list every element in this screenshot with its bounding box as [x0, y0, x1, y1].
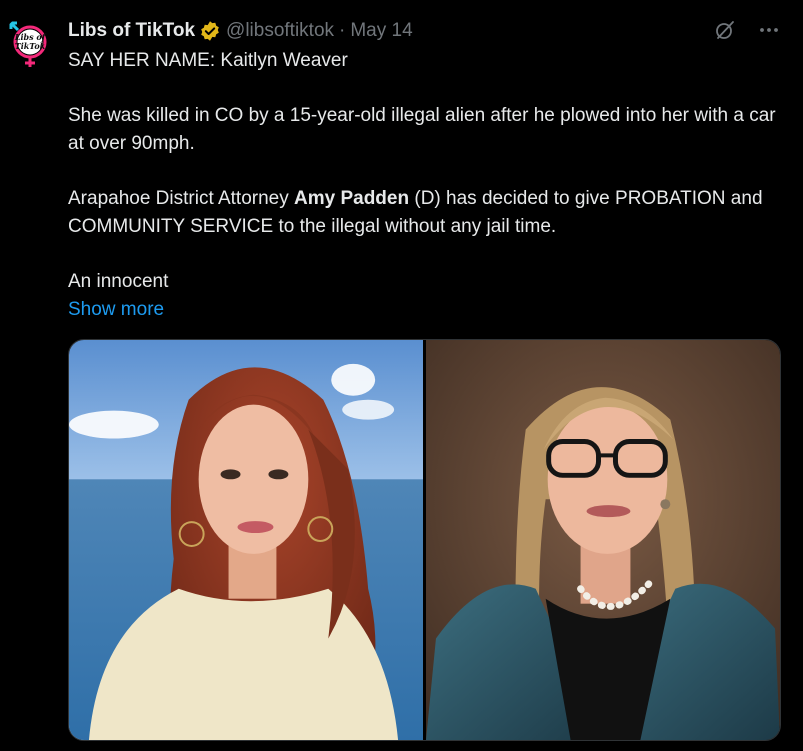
display-name[interactable]: Libs of TikTok [68, 17, 195, 45]
show-more-link[interactable]: Show more [68, 296, 783, 324]
tweet-paragraph-4: An innocent [68, 271, 169, 292]
tweet-header: Libs of TikTok @libsoftiktok · May 14 [68, 17, 413, 45]
libs-of-tiktok-logo: Libs of TikTok [2, 15, 58, 71]
separator: · [339, 20, 346, 41]
media-grid [68, 339, 781, 741]
avatar[interactable]: Libs of TikTok [2, 15, 58, 71]
verified-badge-icon[interactable] [199, 20, 221, 42]
svg-text:TikTok: TikTok [15, 41, 46, 51]
tweet: Libs of TikTok Libs of TikTok @libsoftik… [0, 0, 803, 751]
handle[interactable]: @libsoftiktok [226, 17, 334, 45]
more-icon[interactable] [757, 18, 781, 42]
tweet-line-1: SAY HER NAME: Kaitlyn Weaver [68, 50, 348, 71]
grok-icon[interactable] [713, 18, 737, 42]
tweet-body: SAY HER NAME: Kaitlyn Weaver She was kil… [68, 47, 783, 324]
tweet-paragraph-2: She was killed in CO by a 15-year-old il… [68, 105, 776, 154]
tweet-paragraph-3: Arapahoe District Attorney Amy Padden (D… [68, 185, 783, 241]
bold-name: Amy Padden [294, 188, 410, 209]
paragraph-3-text-a: Arapahoe District Attorney [68, 188, 294, 209]
photo-left[interactable] [69, 340, 423, 740]
tweet-actions [713, 18, 781, 42]
tweet-date[interactable]: May 14 [350, 17, 412, 45]
photo-right[interactable] [426, 340, 780, 740]
